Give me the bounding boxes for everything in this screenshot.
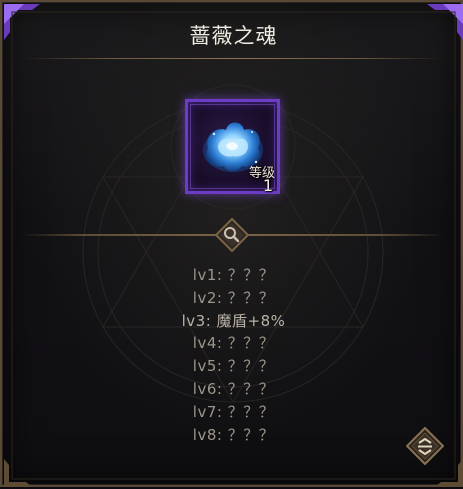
item-detail-panel: 蔷薇之魂 等级 1 lv1: ？？？ lv2: ？？？ lv3: 魔盾+8% l… — [0, 0, 463, 487]
expand-toggle-icon — [406, 427, 444, 465]
level-effect-row: lv6: ？？？ — [192, 379, 275, 398]
magnifier-button[interactable] — [215, 218, 249, 252]
title-divider — [24, 58, 443, 59]
level-effect-row: lv2: ？？？ — [192, 288, 275, 307]
item-level-value: 1 — [262, 176, 273, 195]
level-effect-row: lv8: ？？？ — [192, 425, 275, 444]
expand-toggle-button[interactable] — [406, 427, 444, 465]
level-effect-row: lv1: ？？？ — [192, 266, 275, 284]
item-title: 蔷薇之魂 — [189, 24, 278, 48]
level-effect-row: lv5: ？？？ — [192, 357, 275, 376]
level-effect-row: lv4: ？？？ — [192, 334, 275, 353]
level-effects-list: lv1: ？？？ lv2: ？？？ lv3: 魔盾+8% lv4: ？？？ lv… — [2, 264, 463, 446]
blue-rose-icon — [203, 122, 263, 172]
magnifier-icon — [215, 218, 249, 252]
item-level-label: 等级 — [248, 166, 275, 181]
item-icon-slot[interactable]: 等级 1 — [185, 99, 280, 195]
level-effect-row: lv7: ？？？ — [192, 402, 275, 421]
level-effect-row: lv3: 魔盾+8% — [181, 311, 286, 330]
